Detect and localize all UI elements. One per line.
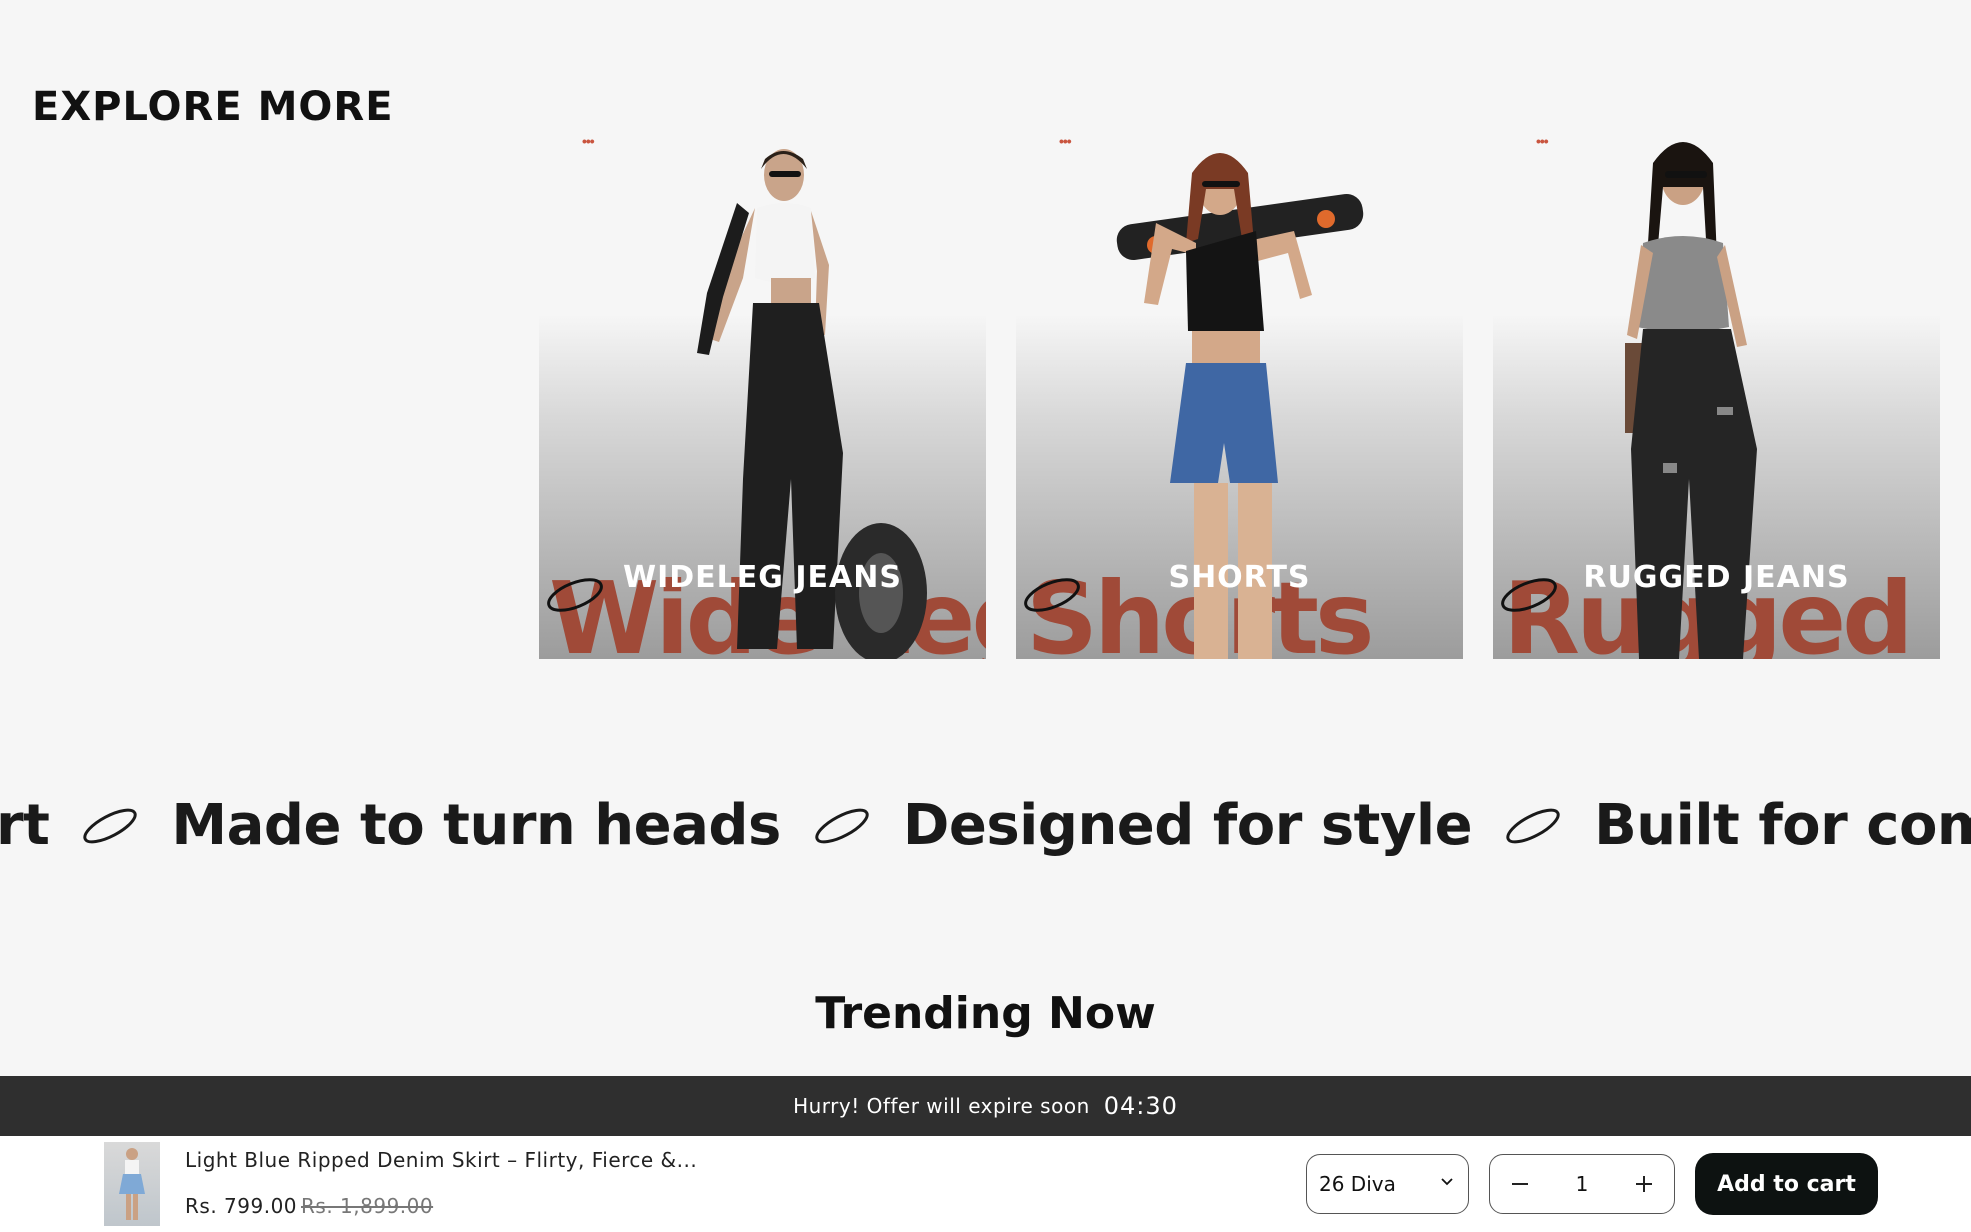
offer-countdown-bar: Hurry! Offer will expire soon 04:30 [0, 1076, 1971, 1136]
card-dots: ••• [1059, 133, 1072, 149]
ring-logo-icon [83, 808, 138, 844]
scrolling-marquee: ort Made to turn heads Designed for styl… [0, 790, 1971, 862]
quantity-stepper: 1 [1489, 1154, 1675, 1214]
add-to-cart-button[interactable]: Add to cart [1695, 1153, 1878, 1215]
chevron-down-icon [1441, 1178, 1453, 1186]
page: EXPLORE MORE Wide Leg ••• WIDELEG JEANS … [0, 0, 1971, 1232]
compare-price: Rs. 1,899.00 [301, 1194, 434, 1218]
quantity-input[interactable]: 1 [1550, 1155, 1614, 1213]
size-selected-value: 26 Diva [1319, 1172, 1396, 1196]
product-price: Rs. 799.00 Rs. 1,899.00 [185, 1194, 433, 1218]
countdown-timer: 04:30 [1103, 1092, 1178, 1120]
section-title-trending: Trending Now [815, 988, 1156, 1039]
marquee-phrase: ort [0, 793, 50, 858]
card-dots: ••• [582, 133, 595, 149]
category-card-shorts[interactable]: Shorts ••• SHORTS [1016, 133, 1463, 659]
minus-icon [1512, 1183, 1528, 1185]
sticky-add-to-cart: Light Blue Ripped Denim Skirt – Flirty, … [0, 1136, 1971, 1232]
offer-text: Hurry! Offer will expire soon [793, 1094, 1090, 1118]
product-thumbnail-figure [119, 1148, 145, 1220]
plus-icon [1636, 1176, 1652, 1192]
sale-price: Rs. 799.00 [185, 1194, 298, 1218]
product-thumbnail[interactable] [104, 1142, 160, 1226]
card-label: RUGGED JEANS [1583, 560, 1850, 595]
quantity-increase-button[interactable] [1614, 1155, 1674, 1213]
marquee-phrase: Made to turn heads [171, 793, 781, 858]
card-label: SHORTS [1168, 560, 1311, 595]
product-name[interactable]: Light Blue Ripped Denim Skirt – Flirty, … [185, 1148, 697, 1172]
ring-logo-icon [1506, 808, 1560, 844]
category-card-wideleg[interactable]: Wide Leg ••• WIDELEG JEANS [539, 133, 986, 659]
section-title-explore: EXPLORE MORE [32, 84, 394, 130]
card-label: WIDELEG JEANS [623, 560, 902, 595]
marquee-phrase: Built for comfort [1594, 793, 1971, 858]
size-select[interactable]: 26 Diva [1306, 1154, 1469, 1214]
marquee-phrase: Designed for style [902, 793, 1473, 858]
category-card-rugged[interactable]: Rugged ••• RUGGED JEANS [1493, 133, 1940, 659]
quantity-decrease-button[interactable] [1490, 1155, 1550, 1213]
ring-logo-icon [815, 808, 869, 844]
card-dots: ••• [1536, 133, 1549, 149]
